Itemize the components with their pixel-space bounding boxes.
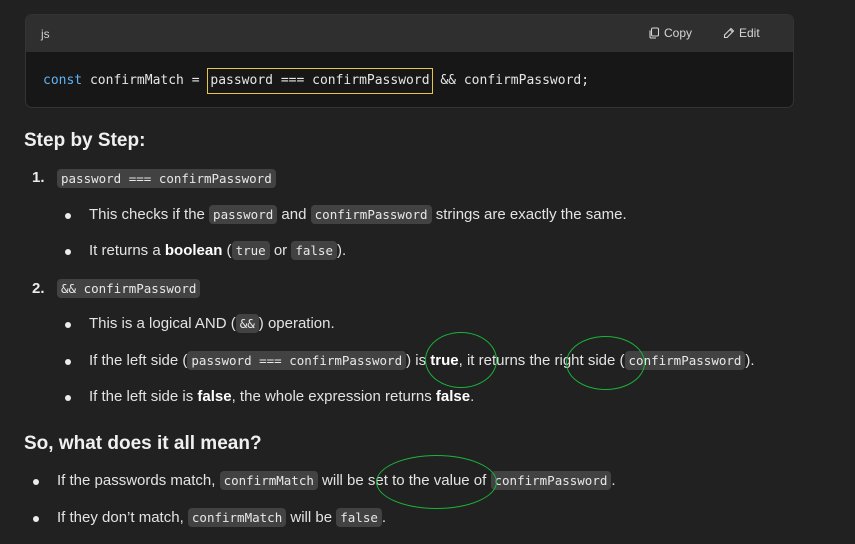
inline-code: password === confirmPassword	[187, 351, 407, 370]
pencil-icon	[723, 27, 735, 39]
list-item: It returns a boolean (true or false).	[89, 240, 346, 262]
bullet	[65, 359, 71, 365]
bold-text: true	[430, 352, 459, 369]
copy-button[interactable]: Copy	[648, 26, 692, 40]
copy-icon	[648, 27, 660, 39]
text: , it returns the right side (	[458, 352, 625, 369]
list-item: If the left side is false, the whole exp…	[89, 386, 474, 408]
text: .	[381, 509, 387, 526]
inline-code: && confirmPassword	[57, 279, 201, 298]
bullet	[33, 516, 39, 522]
inline-code: confirmPassword	[490, 471, 612, 490]
text: If they don’t match,	[57, 509, 188, 526]
list-item: If the passwords match, confirmMatch wil…	[57, 470, 616, 492]
text: will be set to the value of	[317, 472, 491, 489]
bold-text: boolean	[164, 242, 223, 259]
step-title: && confirmPassword	[57, 278, 201, 300]
text: ).	[745, 352, 755, 369]
edit-button[interactable]: Edit	[723, 26, 760, 40]
text: or	[269, 242, 292, 259]
inline-code: confirmPassword	[310, 205, 432, 224]
text: .	[611, 472, 616, 489]
inline-code: password	[209, 205, 278, 224]
bullet	[65, 249, 71, 255]
text: (	[222, 242, 232, 259]
code-segment: && confirmPassword;	[432, 73, 590, 88]
text: This checks if the	[89, 206, 210, 223]
text: If the left side is	[89, 388, 198, 405]
text: will be	[286, 509, 337, 526]
step-number: 2.	[32, 280, 45, 297]
list-item: If they don’t match, confirmMatch will b…	[57, 507, 386, 529]
text: , the whole expression returns	[231, 388, 436, 405]
highlighted-expression: password === confirmPassword	[207, 68, 433, 94]
text: strings are exactly the same.	[431, 206, 627, 223]
inline-code: confirmMatch	[187, 508, 287, 527]
list-item: This is a logical AND (&&) operation.	[89, 313, 335, 335]
code-keyword: const	[43, 73, 83, 88]
section-heading-step-by-step: Step by Step:	[24, 130, 146, 151]
bullet	[65, 213, 71, 219]
code-block: js Copy Edit const confirmMatch = passwo…	[25, 14, 794, 108]
section-heading-meaning: So, what does it all mean?	[24, 433, 262, 454]
text: This is a logical AND (	[89, 315, 236, 332]
copy-button-label: Copy	[664, 26, 693, 40]
bullet	[65, 322, 71, 328]
bullet	[33, 479, 39, 485]
inline-code: false	[291, 241, 337, 260]
text: .	[470, 388, 475, 405]
text: and	[277, 206, 311, 223]
text: If the left side (	[89, 352, 188, 369]
inline-code: true	[231, 241, 270, 260]
text: ) is	[406, 352, 431, 369]
inline-code: password === confirmPassword	[57, 169, 276, 188]
text: If the passwords match,	[57, 472, 220, 489]
inline-code: &&	[235, 314, 259, 333]
step-number: 1.	[32, 169, 45, 186]
code-segment: confirmMatch =	[82, 73, 208, 88]
inline-code: false	[336, 508, 382, 527]
text: ).	[337, 242, 347, 259]
text: It returns a	[89, 242, 165, 259]
bullet	[65, 395, 71, 401]
inline-code: confirmMatch	[219, 471, 318, 490]
edit-button-label: Edit	[739, 26, 760, 40]
list-item: This checks if the password and confirmP…	[89, 204, 627, 226]
bold-text: false	[435, 388, 471, 405]
inline-code: confirmPassword	[624, 351, 746, 370]
code-language-label: js	[41, 27, 50, 41]
bold-text: false	[197, 388, 232, 405]
list-item: If the left side (password === confirmPa…	[89, 350, 755, 372]
step-title: password === confirmPassword	[57, 168, 276, 190]
code-line: const confirmMatch = password === confir…	[43, 68, 590, 94]
text: ) operation.	[258, 315, 335, 332]
code-block-header: js Copy Edit	[26, 15, 793, 52]
